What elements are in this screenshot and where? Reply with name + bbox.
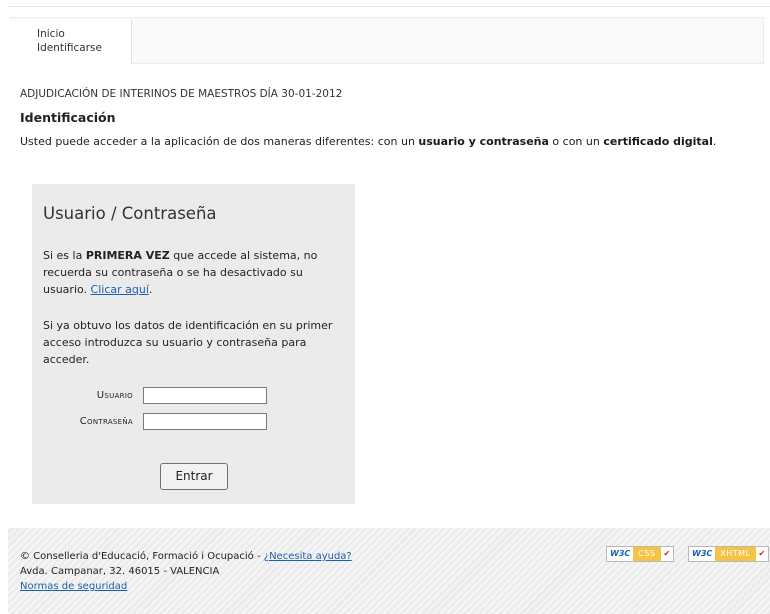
first-time-end: . — [148, 283, 153, 296]
password-label: Contraseña — [79, 416, 133, 427]
w3c-xhtml-badge[interactable]: W3C XHTML ✔ — [688, 546, 770, 562]
intro-end: . — [712, 135, 717, 148]
help-link[interactable]: ¿Necesita ayuda? — [264, 551, 352, 562]
click-here-link[interactable]: Clicar aquí — [91, 283, 149, 296]
intro-start: Usted puede acceder a la aplicación de d… — [20, 135, 419, 148]
check-icon: ✔ — [663, 549, 671, 558]
footer: © Conselleria d'Educació, Formació i Ocu… — [8, 528, 770, 614]
intro-bold-certificate: certificado digital — [603, 135, 713, 148]
intro-text: Usted puede acceder a la aplicación de d… — [20, 135, 716, 148]
page-subtitle: ADJUDICACIÓN DE INTERINOS DE MAESTROS DÍ… — [20, 88, 343, 100]
username-input[interactable] — [143, 387, 267, 404]
password-input[interactable] — [143, 413, 267, 430]
intro-mid: o con un — [548, 135, 604, 148]
badge-kind: CSS — [633, 547, 661, 561]
username-label: Usuario — [96, 390, 133, 401]
intro-bold-user-pass: usuario y contraseña — [418, 135, 549, 148]
login-panel: Usuario / Contraseña Si es la PRIMERA VE… — [32, 184, 355, 504]
first-time-text: Si es la PRIMERA VEZ que accede al siste… — [43, 247, 343, 298]
login-title: Usuario / Contraseña — [43, 204, 217, 223]
breadcrumb-item-identificarse: Identificarse — [37, 42, 102, 54]
footer-text: © Conselleria d'Educació, Formació i Ocu… — [20, 549, 352, 594]
footer-address: Avda. Campanar, 32. 46015 - VALENCIA — [20, 566, 220, 577]
badge-kind: XHTML — [715, 547, 756, 561]
footer-org: © Conselleria d'Educació, Formació i Ocu… — [20, 551, 264, 562]
security-link[interactable]: Normas de seguridad — [20, 581, 127, 592]
top-divider — [8, 6, 770, 7]
first-time-bold: PRIMERA VEZ — [85, 249, 170, 262]
page-title: Identificación — [20, 110, 116, 125]
submit-button[interactable]: Entrar — [160, 463, 228, 490]
breadcrumb-item-inicio[interactable]: Inicio — [37, 27, 131, 41]
check-icon: ✔ — [758, 549, 766, 558]
w3c-css-badge[interactable]: W3C CSS ✔ — [606, 546, 675, 562]
existing-user-text: Si ya obtuvo los datos de identificación… — [43, 319, 333, 366]
first-time-start: Si es la — [43, 249, 86, 262]
w3c-logo-icon: W3C — [689, 547, 716, 561]
breadcrumb: Inicio Identificarse — [10, 20, 132, 64]
w3c-logo-icon: W3C — [607, 547, 634, 561]
